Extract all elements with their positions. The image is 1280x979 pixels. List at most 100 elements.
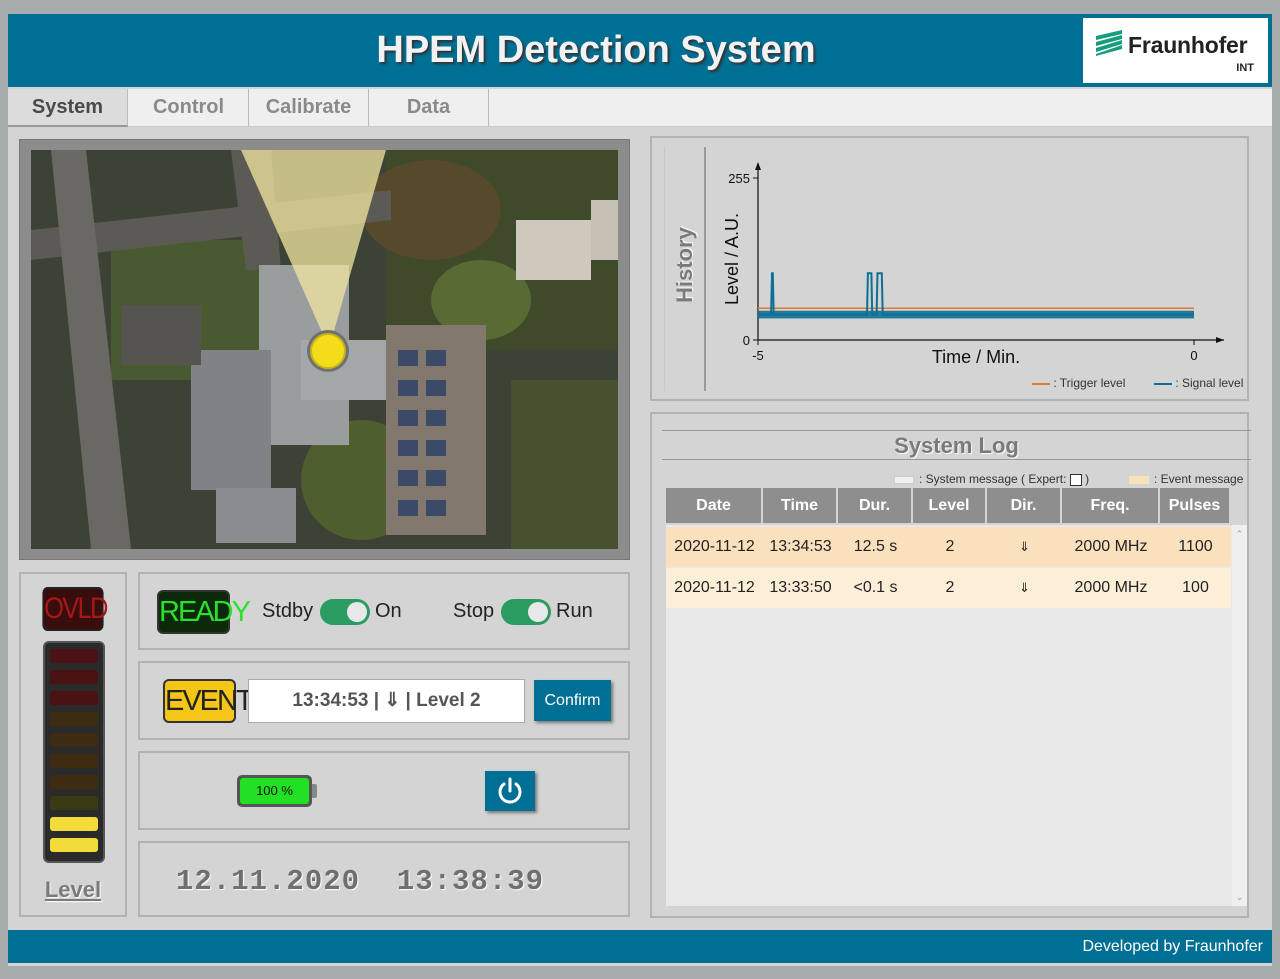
history-label-bar: History: [664, 147, 706, 391]
level-meter-panel: OVLD Level: [19, 572, 127, 917]
datetime-display: 12.11.2020 13:38:39: [176, 865, 544, 898]
log-scrollbar[interactable]: ⌃ ⌄: [1232, 525, 1247, 906]
date-display: 12.11.2020: [176, 865, 361, 898]
status-panel: READY Stdby On Stop Run: [138, 572, 630, 650]
column-header-pulses[interactable]: Pulses: [1160, 488, 1231, 523]
column-header-time[interactable]: Time: [763, 488, 838, 523]
column-header-duration[interactable]: Dur.: [838, 488, 913, 523]
on-label: On: [375, 600, 402, 622]
confirm-button[interactable]: Confirm: [534, 680, 611, 721]
legend-system-message: : System message ( Expert: ): [894, 472, 1089, 486]
scroll-down-icon[interactable]: ⌄: [1232, 890, 1247, 904]
overload-indicator: OVLD: [42, 587, 108, 631]
x-tick-label: 0: [1190, 348, 1197, 363]
map-panel: [19, 139, 630, 560]
toggle-knob: [528, 602, 548, 622]
tab-control[interactable]: Control: [129, 89, 249, 127]
scroll-up-icon[interactable]: ⌃: [1232, 527, 1247, 541]
column-header-frequency[interactable]: Freq.: [1062, 488, 1160, 523]
app-window: HPEM Detection System Fraunhofer INT Sys…: [8, 14, 1272, 966]
level-meter: [43, 641, 105, 863]
power-button[interactable]: [485, 771, 535, 811]
power-toggle[interactable]: [320, 599, 370, 625]
power-panel: 100 %: [138, 751, 630, 830]
legend-trigger-swatch: [1032, 382, 1050, 385]
level-label: Level: [44, 877, 102, 902]
battery-fill: 100 %: [240, 778, 309, 804]
expert-checkbox[interactable]: [1069, 473, 1082, 486]
legend-trigger: : Trigger level: [1032, 376, 1125, 390]
x-axis-arrow: [1216, 337, 1224, 343]
battery-tip: [312, 784, 317, 798]
y-axis-label: Level / A.U.: [722, 213, 742, 305]
level-segment: [50, 754, 98, 768]
system-log-title: System Log: [662, 430, 1251, 460]
logo-sub: INT: [1236, 62, 1254, 74]
level-segment: [50, 733, 98, 747]
legend-system-swatch: [894, 475, 914, 484]
x-tick-label: -5: [752, 348, 764, 363]
battery-indicator: 100 %: [237, 775, 312, 807]
history-chart: 0255-5 0Time / Min.Level / A.U.: [722, 162, 1224, 367]
level-segment-lit: [50, 838, 98, 852]
toggle-knob: [347, 602, 367, 622]
clock-panel: 12.11.2020 13:38:39: [138, 841, 630, 917]
table-row[interactable]: 2020-11-12 13:34:53 12.5 s 2 ⇓ 2000 MHz …: [666, 527, 1231, 567]
time-display: 13:38:39: [396, 865, 545, 898]
cell-date: 2020-11-12: [674, 579, 755, 596]
level-segment-lit: [50, 817, 98, 831]
level-segment: [50, 796, 98, 810]
footer-bar: Developed by Fraunhofer: [8, 930, 1272, 963]
system-log-panel: System Log : System message ( Expert: ) …: [650, 412, 1251, 918]
cell-pulses: 1100: [1178, 538, 1213, 555]
power-icon: [498, 777, 522, 804]
legend-trigger-label: Trigger level: [1059, 376, 1126, 390]
aerial-map-image: [31, 150, 618, 549]
aerial-map[interactable]: [31, 150, 618, 549]
legend-system-label: System message ( Expert:: [925, 472, 1067, 486]
legend-signal-label: Signal level: [1182, 376, 1244, 390]
history-panel: History 0 255 -5 0 Time / Min. Level / A.U. :…: [650, 136, 1249, 401]
table-row[interactable]: 2020-11-12 13:33:50 <0.1 s 2 ⇓ 2000 MHz …: [666, 568, 1231, 608]
x-axis-label: Time / Min.: [932, 347, 1020, 367]
cell-duration: <0.1 s: [853, 579, 898, 596]
y-tick-label: 0: [743, 333, 750, 348]
cell-level: 2: [945, 579, 955, 596]
level-segment: [50, 670, 98, 684]
footer-credit: Developed by Fraunhofer: [1082, 938, 1263, 955]
standby-label: Stdby: [262, 600, 314, 622]
fraunhofer-logo: Fraunhofer INT: [1083, 18, 1268, 83]
run-label: Run: [556, 600, 593, 622]
header-bar: HPEM Detection System Fraunhofer INT: [8, 14, 1272, 87]
level-segment: [50, 712, 98, 726]
level-segment: [50, 691, 98, 705]
legend-event-label: Event message: [1160, 472, 1244, 486]
column-header-date[interactable]: Date: [666, 488, 763, 523]
cell-direction: ⇓: [1019, 539, 1030, 554]
column-header-level[interactable]: Level: [913, 488, 987, 523]
event-indicator: EVENT: [163, 679, 254, 723]
cell-date: 2020-11-12: [674, 538, 755, 555]
cell-direction: ⇓: [1019, 580, 1030, 595]
cell-time: 13:34:53: [769, 538, 832, 555]
stop-label: Stop: [453, 600, 495, 622]
ready-indicator: READY: [157, 590, 251, 634]
y-tick-label: 255: [728, 171, 750, 186]
cell-frequency: 2000 MHz: [1074, 579, 1148, 596]
tab-calibrate[interactable]: Calibrate: [249, 89, 369, 127]
fraunhofer-logo-icon: [1096, 30, 1122, 56]
tab-system[interactable]: System: [8, 89, 128, 127]
cell-pulses: 100: [1182, 579, 1209, 596]
cell-time: 13:33:50: [769, 579, 832, 596]
event-panel: EVENT 13:34:53 | ⇓ | Level 2 Confirm: [138, 661, 630, 740]
legend-system-close: ): [1085, 472, 1090, 486]
cell-duration: 12.5 s: [853, 538, 898, 555]
cell-frequency: 2000 MHz: [1074, 538, 1148, 555]
legend-signal: : Signal level: [1154, 376, 1243, 390]
tab-data[interactable]: Data: [369, 89, 489, 127]
cell-level: 2: [945, 538, 955, 555]
run-toggle[interactable]: [501, 599, 551, 625]
history-label: History: [672, 227, 697, 303]
column-header-direction[interactable]: Dir.: [987, 488, 1062, 523]
legend-signal-swatch: [1154, 382, 1172, 385]
